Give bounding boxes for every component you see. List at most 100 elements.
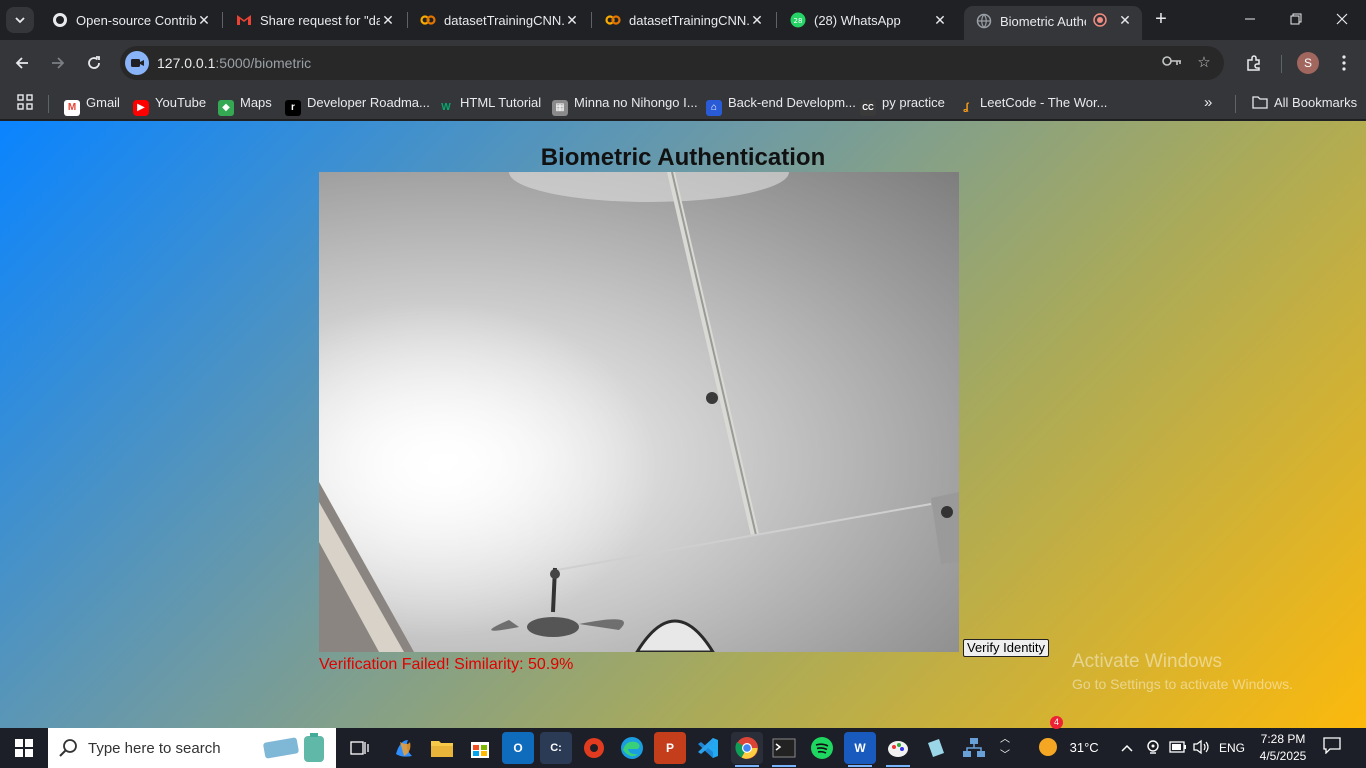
battery-icon[interactable]	[1169, 728, 1187, 768]
tab-3[interactable]: datasetTrainingCNN.ipynb ✕	[593, 0, 777, 40]
forward-button[interactable]	[44, 49, 72, 77]
close-icon[interactable]: ✕	[1115, 10, 1135, 30]
reload-button[interactable]	[80, 49, 108, 77]
taskbar-search-box[interactable]: Type here to search	[48, 728, 336, 768]
menu-button[interactable]	[1330, 49, 1358, 77]
weather-temperature: 31°C	[1069, 740, 1099, 755]
close-icon[interactable]: ✕	[562, 10, 582, 30]
kebab-menu-icon	[1342, 55, 1346, 71]
all-bookmarks-button[interactable]: All Bookmarks	[1252, 92, 1357, 114]
minimize-button[interactable]	[1232, 6, 1268, 34]
youtube-icon: ▶	[133, 100, 149, 116]
tab-2[interactable]: datasetTrainingCNN.ipynb ✕	[408, 0, 592, 40]
chevron-down-icon	[15, 17, 25, 24]
gmail-icon	[237, 15, 251, 25]
close-icon[interactable]: ✕	[747, 10, 767, 30]
restore-button[interactable]	[1278, 6, 1314, 34]
windows-taskbar: Type here to search O C: P W ︿ ﹀ 4 31°C …	[0, 716, 1366, 768]
github-icon	[53, 13, 67, 27]
image-icon: ▦	[552, 100, 568, 116]
word-icon[interactable]: W	[844, 732, 876, 767]
puzzle-icon	[1247, 55, 1260, 71]
taskbar-scroll-chevron-icon[interactable]: ︿ ﹀	[996, 732, 1014, 764]
notification-center-button[interactable]	[1320, 736, 1344, 760]
apps-button[interactable]	[17, 92, 33, 114]
svg-text:28: 28	[794, 17, 803, 25]
bookmark-minna-no-nihongo[interactable]: ▦ Minna no Nihongo I...	[552, 92, 698, 116]
tab-1[interactable]: Share request for "dataset" ✕	[224, 0, 408, 40]
copilot-icon[interactable]	[388, 732, 420, 764]
folder-icon	[1252, 96, 1268, 109]
tab-0[interactable]: Open-source Contributors ✕	[40, 0, 222, 40]
bookmark-maps[interactable]: ◆ Maps	[218, 92, 272, 116]
tab-title: datasetTrainingCNN.ipynb	[629, 13, 749, 28]
system-clock[interactable]: 7:28 PM 4/5/2025	[1250, 731, 1316, 765]
weather-widget[interactable]: 4 31°C	[1036, 716, 1099, 768]
camera-icon[interactable]	[125, 51, 149, 75]
microsoft-store-icon[interactable]	[464, 732, 496, 764]
terminal-icon[interactable]	[768, 732, 800, 767]
vscode-icon[interactable]	[692, 732, 724, 764]
spotify-icon[interactable]	[806, 732, 838, 764]
outlook-icon[interactable]: O	[502, 732, 534, 764]
file-explorer-icon[interactable]	[426, 732, 458, 764]
powerpoint-icon[interactable]: P	[654, 732, 686, 764]
restore-icon	[1290, 13, 1302, 25]
bookmark-developer-roadmap[interactable]: r Developer Roadma...	[285, 92, 430, 116]
bookmark-py-practice[interactable]: CC py practice	[860, 92, 945, 116]
show-hidden-icons-button[interactable]	[1120, 728, 1134, 768]
bookmark-backend-development[interactable]: ⌂ Back-end Developm...	[706, 92, 856, 116]
webcam-video-feed	[319, 172, 959, 652]
task-view-button[interactable]	[344, 732, 376, 764]
w3schools-icon: W	[441, 102, 451, 113]
bookmark-leetcode[interactable]: ʆ LeetCode - The Wor...	[958, 92, 1107, 114]
tab-5-active[interactable]: Biometric Authentication ✕	[964, 6, 1142, 40]
tab-4[interactable]: 28 (28) WhatsApp ✕	[778, 0, 962, 40]
gmail-icon: M	[64, 100, 80, 116]
paint-icon[interactable]	[882, 732, 914, 767]
leetcode-icon: ʆ	[963, 102, 969, 113]
close-icon[interactable]: ✕	[378, 10, 398, 30]
url-text[interactable]: 127.0.0.1:5000/biometric	[157, 55, 311, 71]
bookmark-gmail[interactable]: M Gmail	[64, 92, 120, 116]
apps-grid-icon	[17, 94, 33, 110]
eclipse-icon[interactable]: C:	[540, 732, 572, 764]
tab-title: Biometric Authentication	[1000, 14, 1086, 29]
search-icon	[59, 739, 77, 757]
arrow-left-icon	[15, 57, 28, 69]
webcam-status-icon[interactable]	[1145, 728, 1161, 768]
network-app-icon[interactable]	[958, 732, 990, 764]
extensions-button[interactable]	[1240, 49, 1268, 77]
star-icon[interactable]: ☆	[1194, 54, 1214, 72]
reload-icon	[88, 56, 100, 69]
weather-badge: 4	[1050, 716, 1063, 729]
back-button[interactable]	[8, 49, 36, 77]
activate-windows-watermark: Activate Windows Go to Settings to activ…	[1072, 651, 1293, 692]
roadmap-icon: r	[285, 100, 301, 116]
volume-icon[interactable]	[1192, 728, 1210, 768]
bookmark-youtube[interactable]: ▶ YouTube	[133, 92, 206, 116]
start-button[interactable]	[0, 728, 48, 768]
new-tab-button[interactable]: +	[1150, 8, 1172, 30]
close-icon[interactable]: ✕	[194, 10, 214, 30]
profile-avatar[interactable]: S	[1297, 52, 1319, 74]
tab-title: Open-source Contributors	[76, 13, 196, 28]
sticky-notes-icon[interactable]	[920, 732, 952, 764]
tab-title: (28) WhatsApp	[814, 13, 901, 28]
edge-icon[interactable]	[616, 732, 648, 764]
record-app-icon[interactable]	[578, 732, 610, 764]
more-bookmarks-chevron-icon[interactable]: »	[1204, 92, 1212, 114]
close-icon	[1336, 13, 1348, 25]
address-bar[interactable]: 127.0.0.1:5000/biometric ☆	[120, 46, 1224, 80]
chrome-icon[interactable]	[731, 732, 763, 767]
page-title: Biometric Authentication	[540, 144, 826, 171]
close-window-button[interactable]	[1324, 6, 1360, 34]
tab-search-button[interactable]	[6, 7, 34, 33]
tab-title: datasetTrainingCNN.ipynb	[444, 13, 564, 28]
language-indicator[interactable]: ENG	[1219, 728, 1245, 768]
verify-identity-button[interactable]: Verify Identity	[963, 639, 1050, 657]
bookmarks-bar: M Gmail ▶ YouTube ◆ Maps r Developer Roadma.…	[0, 86, 1366, 120]
bookmark-html-tutorial[interactable]: W HTML Tutorial	[438, 92, 541, 114]
close-icon[interactable]: ✕	[930, 10, 950, 30]
key-icon[interactable]	[1162, 54, 1182, 72]
